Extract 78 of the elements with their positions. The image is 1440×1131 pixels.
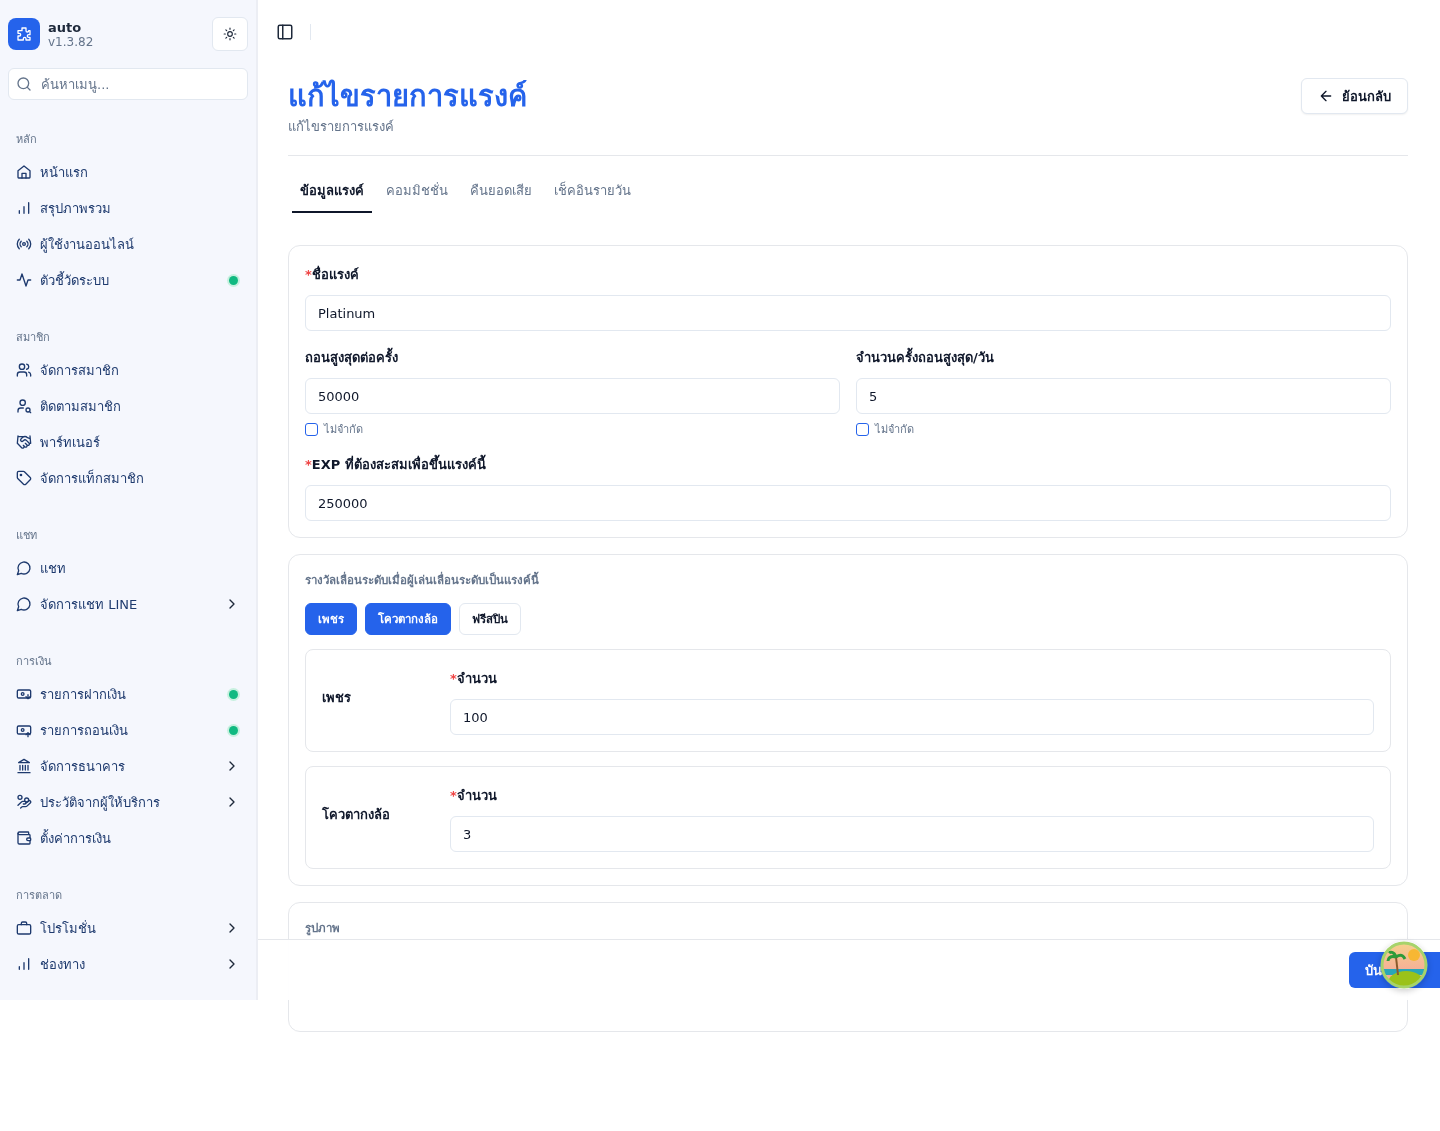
section-title: รางวัลเลื่อนระดับเมื่อผู้เล่นเลื่อนระดับเป็นแรงค์นี้ — [305, 571, 540, 589]
required-mark: * — [450, 788, 457, 803]
home-icon — [16, 164, 32, 180]
tab[interactable]: เช็คอินรายวัน — [546, 174, 639, 213]
checkbox-label: ไม่จำกัด — [875, 422, 914, 438]
page-title: แก้ไขรายการแรงค์ — [288, 78, 527, 114]
checkbox[interactable] — [305, 422, 318, 436]
back-button[interactable]: ย้อนกลับ — [1301, 78, 1408, 114]
sidebar-item[interactable]: สรุปภาพรวม — [8, 190, 248, 226]
sidebar-item[interactable]: จัดการธนาคาร — [8, 748, 248, 784]
checkbox[interactable] — [856, 422, 869, 436]
input-field[interactable]: Platinum — [305, 295, 1391, 331]
input-field[interactable]: 100 — [450, 699, 1374, 735]
money-out-icon — [16, 722, 32, 738]
sidebar-item[interactable]: ผู้ใช้งานออนไลน์ — [8, 226, 248, 262]
handshake-icon — [16, 434, 32, 450]
tab[interactable]: คอมมิชชั่น — [378, 174, 456, 213]
logo-icon — [8, 18, 40, 50]
sidebar-item[interactable]: จัดการสมาชิก — [8, 352, 248, 388]
reward-name: โควตากงล้อ — [322, 806, 391, 824]
page-subtitle: แก้ไขรายการแรงค์ — [288, 118, 395, 136]
search-icon — [16, 76, 32, 92]
sidebar-item[interactable]: ประวัติจากผู้ให้บริการ — [8, 784, 248, 820]
input-field[interactable]: 250000 — [305, 485, 1391, 521]
section-heading: การเงิน — [15, 654, 53, 670]
tab[interactable]: คืนยอดเสีย — [462, 174, 540, 213]
reward-type-toggle[interactable]: โควตากงล้อ — [365, 603, 451, 635]
reward-name: เพชร — [322, 689, 352, 707]
theme-toggle-button[interactable] — [212, 17, 248, 51]
app-name: auto — [48, 19, 83, 35]
sidebar-item[interactable]: รายการถอนเงิน — [8, 712, 248, 748]
section-heading: สมาชิก — [15, 330, 51, 346]
sidebar-item[interactable]: จัดการแชท LINE — [8, 586, 248, 622]
bank-icon — [16, 758, 32, 774]
sun-icon — [223, 27, 237, 41]
required-mark: * — [450, 671, 457, 686]
hand-coins-icon — [16, 794, 32, 810]
sidebar-item[interactable]: รายการฝากเงิน — [8, 676, 248, 712]
bar-chart-icon — [16, 956, 32, 972]
sidebar-item[interactable]: จัดการแท็กสมาชิก — [8, 460, 248, 496]
input-field[interactable]: 50000 — [305, 378, 840, 414]
checkbox-label: ไม่จำกัด — [324, 422, 363, 438]
field-label: จำนวน — [456, 788, 497, 803]
sidebar-item[interactable]: ตั้งค่าการเงิน — [8, 820, 248, 856]
briefcase-icon — [16, 920, 32, 936]
reward-type-toggle[interactable]: เพชร — [305, 603, 357, 635]
user-search-icon — [16, 398, 32, 414]
sidebar-item[interactable]: หน้าแรก — [8, 154, 248, 190]
tab[interactable]: ข้อมูลแรงค์ — [292, 174, 372, 213]
chat-icon — [16, 596, 32, 612]
pulse-icon — [16, 272, 32, 288]
broadcast-icon — [16, 236, 32, 252]
reward-type-toggle[interactable]: ฟรีสปิน — [459, 603, 521, 635]
sidebar-item[interactable]: ช่องทาง — [8, 946, 248, 982]
field-label: จำนวน — [456, 671, 497, 686]
bar-chart-icon — [16, 200, 32, 216]
chat-icon — [16, 560, 32, 576]
required-mark: * — [305, 457, 312, 472]
section-heading: หลัก — [15, 132, 38, 148]
sidebar-item[interactable]: แชท — [8, 550, 248, 586]
sidebar-item[interactable]: ตัวชี้วัดระบบ — [8, 262, 248, 298]
money-in-icon — [16, 686, 32, 702]
tag-icon — [16, 470, 32, 486]
arrow-left-icon — [1318, 88, 1334, 104]
section-title: รูปภาพ — [305, 920, 341, 937]
input-field[interactable]: 3 — [450, 816, 1374, 852]
section-heading: การตลาด — [15, 888, 63, 904]
sidebar-item[interactable]: โปรโมชั่น — [8, 910, 248, 946]
field-label: ชื่อแรงค์ — [311, 267, 359, 282]
users-icon — [16, 362, 32, 378]
sidebar-item[interactable]: ติดตามสมาชิก — [8, 388, 248, 424]
app-version: v1.3.82 — [48, 34, 95, 49]
wallet-icon — [16, 830, 32, 846]
required-mark: * — [305, 267, 312, 282]
search-field[interactable]: ค้นหาเมนู... — [8, 68, 248, 100]
section-heading: แชท — [15, 528, 38, 544]
sidebar-item[interactable]: พาร์ทเนอร์ — [8, 424, 248, 460]
input-field[interactable]: 5 — [856, 378, 1391, 414]
